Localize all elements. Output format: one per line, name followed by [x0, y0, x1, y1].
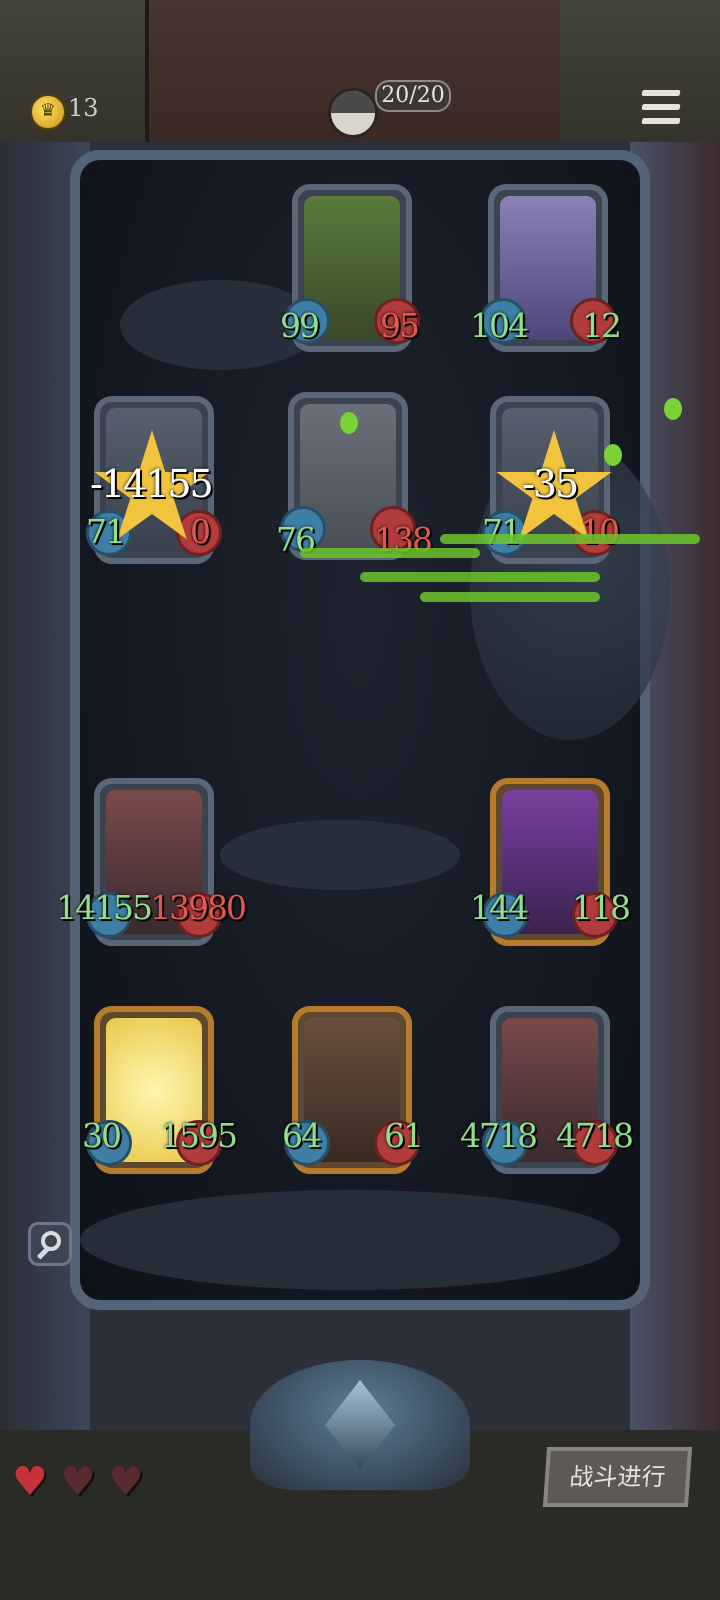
- attack-value: 104: [470, 306, 529, 345]
- gold-coin-icon: ♛: [30, 94, 66, 130]
- health-value: 0: [190, 512, 211, 551]
- attack-value: 71: [482, 512, 522, 551]
- cloud: [220, 820, 460, 890]
- attack-value: 99: [280, 306, 320, 345]
- menu-icon-bar: [641, 118, 681, 124]
- slime-drop: [340, 412, 358, 434]
- life-heart-icon: ♥: [12, 1459, 48, 1505]
- inspect-button[interactable]: [28, 1222, 72, 1266]
- menu-icon-bar: [641, 90, 681, 96]
- menu-button[interactable]: [640, 88, 684, 128]
- health-value: 13980: [150, 888, 247, 927]
- life-heart-icon: ♥: [60, 1459, 96, 1505]
- slime-effect: [420, 592, 600, 602]
- battle-progress-button[interactable]: 战斗进行: [542, 1447, 693, 1507]
- menu-icon-bar: [641, 104, 681, 110]
- attack-value: 4718: [460, 1116, 538, 1155]
- slime-effect: [360, 572, 600, 582]
- slime-drop: [604, 444, 622, 466]
- attack-value: 14155: [56, 888, 153, 927]
- life-heart-icon: ♥: [108, 1459, 144, 1505]
- avatar-hair: [331, 91, 375, 113]
- cloud: [80, 1190, 620, 1290]
- slime-effect: [300, 548, 480, 558]
- player-health: 20/20: [375, 80, 451, 112]
- damage-value: -14155: [90, 462, 214, 506]
- health-value: 1595: [160, 1116, 238, 1155]
- health-value: 4718: [556, 1116, 634, 1155]
- slime-drop: [664, 398, 682, 420]
- health-value: 12: [582, 306, 622, 345]
- gold-count: 13: [68, 94, 99, 122]
- attack-value: 30: [82, 1116, 122, 1155]
- attack-value: 144: [470, 888, 529, 927]
- search-icon-handle: [36, 1247, 50, 1260]
- slime-effect: [440, 534, 700, 544]
- health-value: 118: [572, 888, 631, 927]
- attack-value: 64: [282, 1116, 322, 1155]
- player-avatar[interactable]: [328, 88, 378, 138]
- health-value: 95: [380, 306, 420, 345]
- damage-value: -35: [522, 462, 579, 506]
- health-value: 61: [384, 1116, 424, 1155]
- attack-value: 71: [86, 512, 126, 551]
- health-value: 10: [580, 512, 620, 551]
